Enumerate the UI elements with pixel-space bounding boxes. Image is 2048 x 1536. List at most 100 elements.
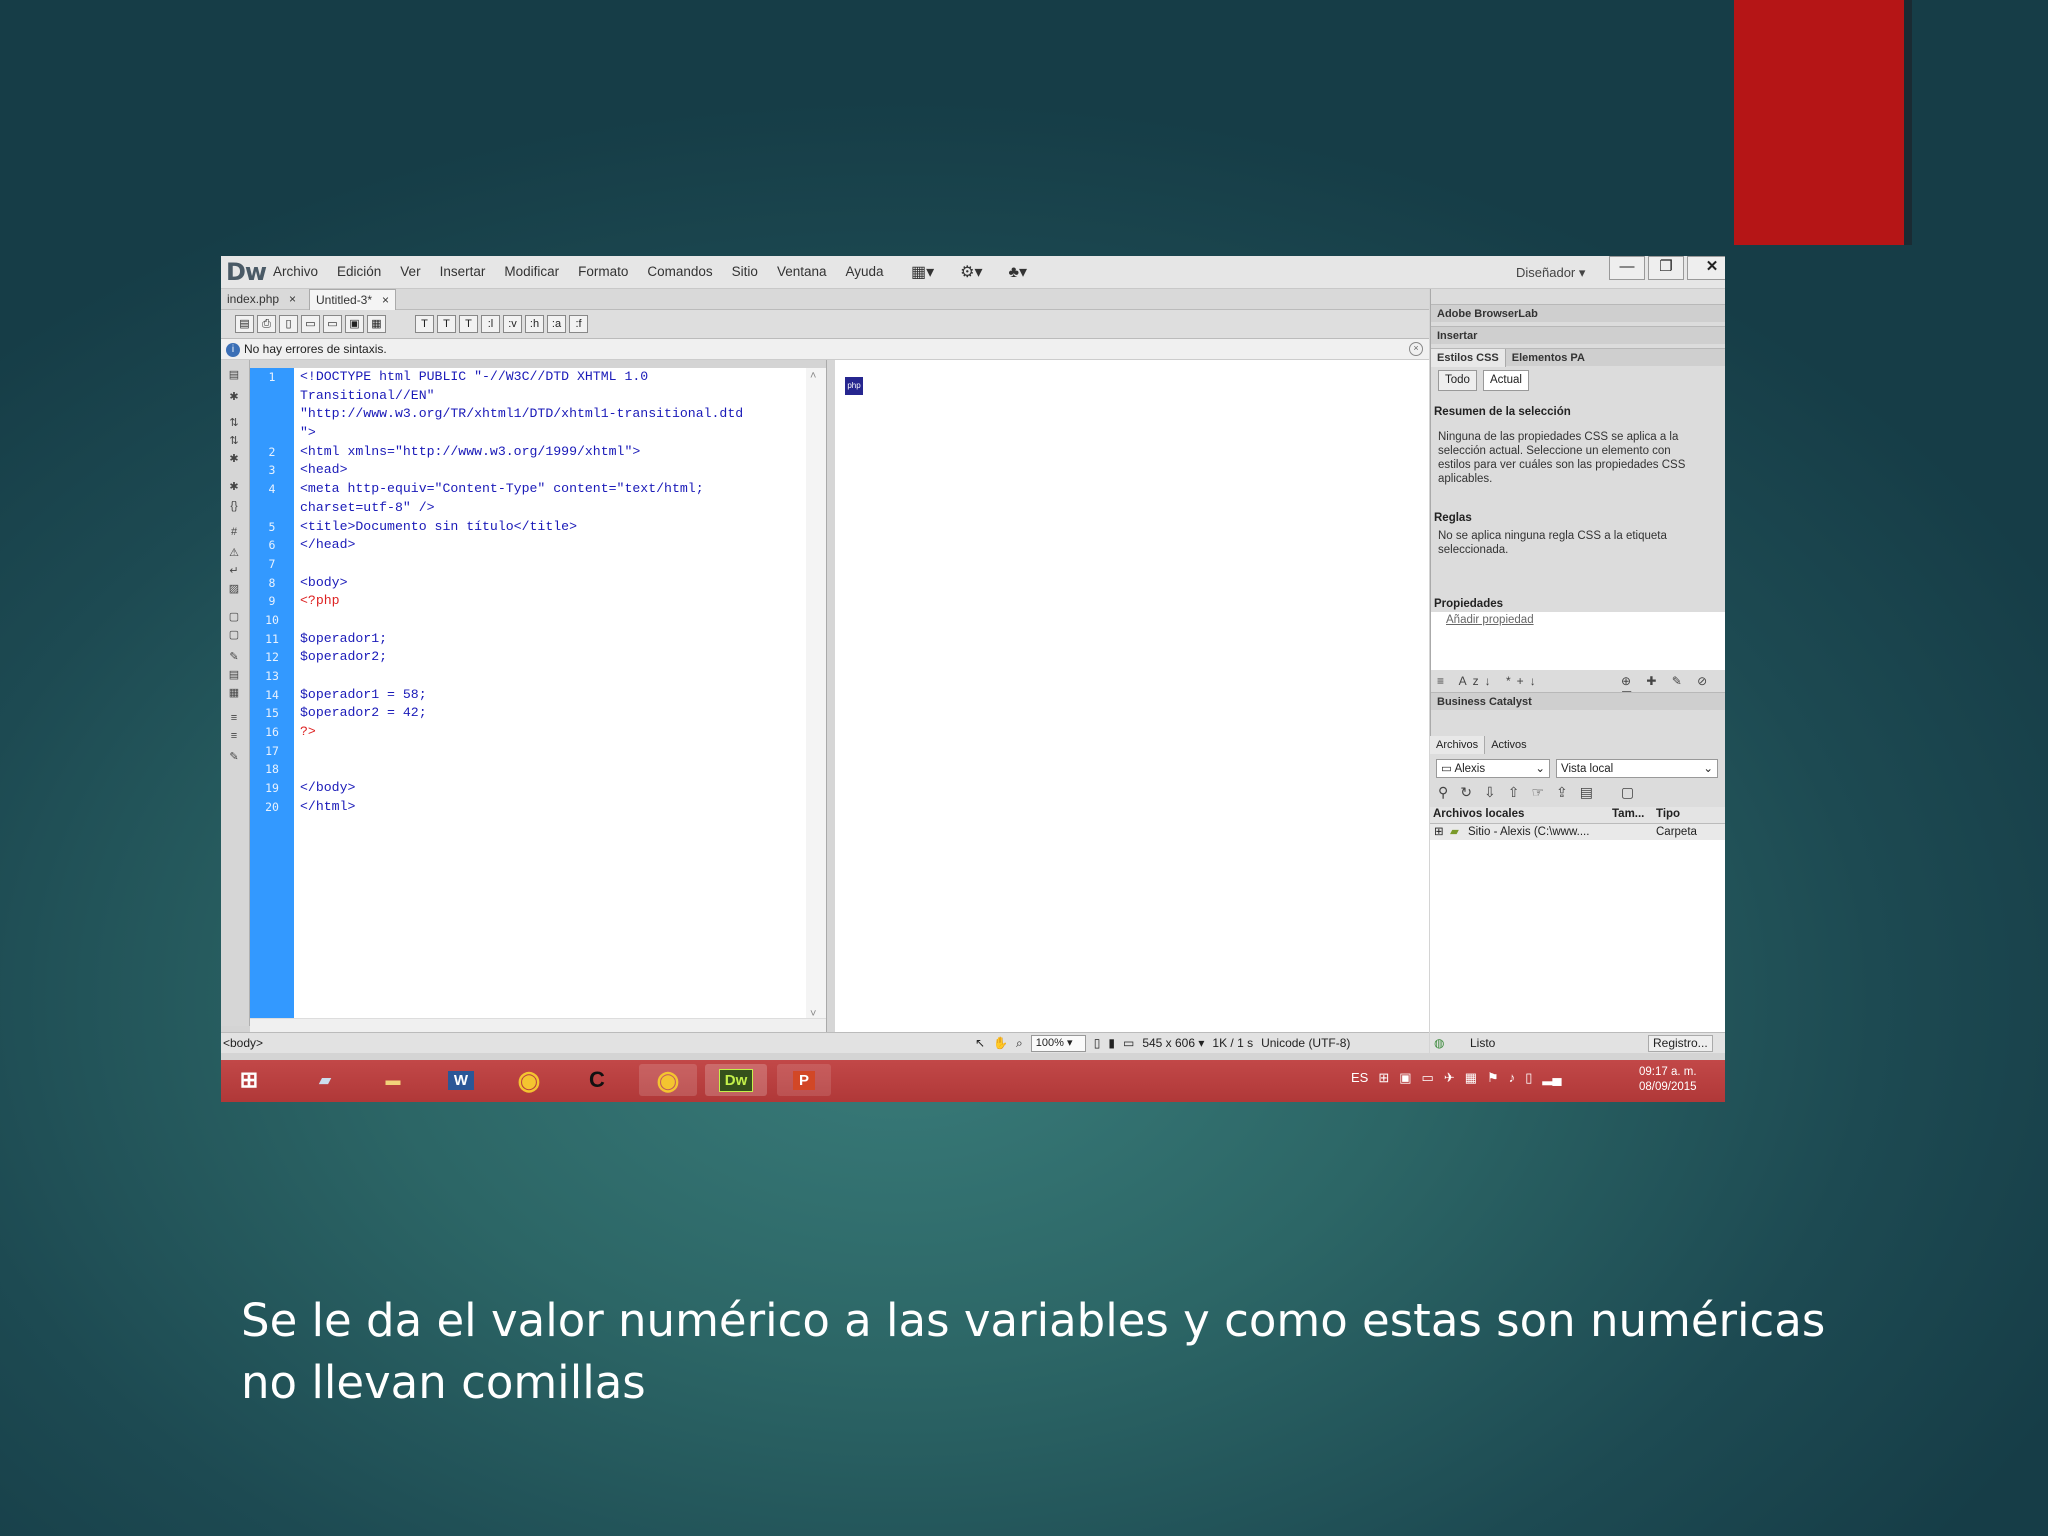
format-source-icon[interactable]: ✎ (227, 750, 241, 764)
network-icon[interactable]: ▦ (1465, 1070, 1477, 1086)
browser-icon[interactable]: ▭ (301, 315, 320, 333)
code-line[interactable] (300, 760, 826, 779)
scroll-up-icon[interactable]: ˄ (810, 370, 816, 382)
dreamweaver-icon[interactable]: Dw (705, 1064, 767, 1096)
syntax-error-icon[interactable]: ▨ (227, 582, 241, 596)
text-icon[interactable]: T (415, 315, 434, 333)
code-line[interactable]: </head> (300, 536, 826, 555)
zoom-select[interactable]: 100% ▾ (1030, 1034, 1086, 1052)
snippet-l-icon[interactable]: :l (481, 315, 500, 333)
minimize-button[interactable]: — (1609, 256, 1645, 280)
php-code-icon[interactable]: php (845, 377, 863, 395)
chrome-active-icon[interactable]: ◉ (639, 1064, 697, 1096)
code-line[interactable]: <html xmlns="http://www.w3.org/1999/xhtm… (300, 443, 826, 462)
snippet-f-icon[interactable]: :f (569, 315, 588, 333)
site-select[interactable]: ▭ Alexis ⌄ (1436, 759, 1550, 778)
chrome-icon[interactable]: ◉ (507, 1064, 551, 1096)
battery-icon[interactable]: ▯ (1525, 1070, 1532, 1086)
remove-comment-icon[interactable]: ▢ (227, 628, 241, 642)
mobile-size-icon[interactable]: ▯ (1094, 1033, 1101, 1053)
close-icon[interactable]: × (289, 292, 296, 306)
calendar-icon[interactable]: ▣ (345, 315, 364, 333)
tag-selector[interactable]: <body> (223, 1033, 263, 1053)
code-line[interactable]: $operador1; (300, 630, 826, 649)
gear-icon[interactable]: ⚙▾ (960, 262, 982, 282)
tray-app-icon[interactable]: ▣ (1399, 1070, 1411, 1086)
tab-index-php[interactable]: index.php × (221, 289, 302, 309)
close-icon[interactable]: × (382, 293, 389, 307)
site-icon[interactable]: ♣▾ (1009, 262, 1028, 282)
code-line[interactable]: <body> (300, 574, 826, 593)
balance-braces-icon[interactable]: {} (227, 500, 241, 514)
add-property-link[interactable]: Añadir propiedad (1446, 614, 1534, 626)
menu-item-ayuda[interactable]: Ayuda (846, 264, 884, 279)
menu-item-modificar[interactable]: Modificar (504, 264, 559, 279)
zoom-tool-icon[interactable]: ⌕ (1016, 1033, 1023, 1053)
code-line[interactable]: <!DOCTYPE html PUBLIC "-//W3C//DTD XHTML… (300, 368, 826, 387)
layout-icon[interactable]: ▦▾ (911, 262, 934, 282)
select-parent-icon[interactable]: ✱ (227, 480, 241, 494)
table-row[interactable]: ⊞ ▰ Sitio - Alexis (C:\www.... Carpeta (1430, 824, 1725, 840)
todo-button[interactable]: Todo (1438, 370, 1477, 391)
monitor-icon[interactable]: ▭ (1422, 1070, 1434, 1086)
menu-item-ventana[interactable]: Ventana (777, 264, 827, 279)
tablet-size-icon[interactable]: ▮ (1108, 1033, 1115, 1053)
code-line[interactable]: </html> (300, 798, 826, 817)
menu-item-archivo[interactable]: Archivo (273, 264, 318, 279)
close-icon[interactable]: × (1409, 342, 1423, 356)
tab-activos[interactable]: Activos (1485, 736, 1532, 754)
panel-browserlab[interactable]: Adobe BrowserLab (1431, 304, 1725, 322)
menu-item-ver[interactable]: Ver (400, 264, 420, 279)
panel-insertar[interactable]: Insertar (1431, 326, 1725, 344)
menu-item-edicion[interactable]: Edición (337, 264, 381, 279)
registro-button[interactable]: Registro... (1648, 1035, 1713, 1052)
word-icon[interactable]: W (439, 1064, 483, 1096)
camtasia-icon[interactable]: C (575, 1064, 619, 1096)
menu-item-formato[interactable]: Formato (578, 264, 628, 279)
show-code-icon[interactable]: ✱ (227, 390, 241, 404)
menu-item-comandos[interactable]: Comandos (647, 264, 712, 279)
tab-ap-elements[interactable]: Elementos PA (1506, 349, 1591, 367)
code-line[interactable] (300, 611, 826, 630)
flag-icon[interactable]: ⚑ (1487, 1070, 1499, 1086)
recent-snippets-icon[interactable]: ▤ (227, 668, 241, 682)
css-panel-toolbar-icons[interactable]: ≡ Az↓ *+↓ (1437, 674, 1542, 688)
view-select[interactable]: Vista local ⌄ (1556, 759, 1718, 778)
code-scrollbar[interactable]: ˄ ˅ (806, 368, 826, 1028)
code-horizontal-scrollbar[interactable] (250, 1018, 826, 1033)
col-tamano[interactable]: Tam... (1612, 808, 1644, 820)
desktop-size-icon[interactable]: ▭ (1123, 1033, 1134, 1053)
panel-business-catalyst[interactable]: Business Catalyst (1431, 692, 1725, 710)
close-button[interactable]: ✕ (1687, 256, 1725, 280)
clock[interactable]: 09:17 a. m. 08/09/2015 (1639, 1065, 1697, 1095)
code-line[interactable]: $operador2; (300, 648, 826, 667)
outdent-icon[interactable]: ≡ (227, 730, 241, 744)
collapse-selection-icon[interactable]: ⇅ (227, 434, 241, 448)
highlight-invalid-icon[interactable]: ⚠ (227, 546, 241, 560)
expand-icon[interactable]: ⊞ (1434, 824, 1444, 840)
col-archivos-locales[interactable]: Archivos locales (1433, 808, 1524, 820)
code-line[interactable] (300, 742, 826, 761)
actual-button[interactable]: Actual (1483, 370, 1529, 391)
code-line[interactable] (300, 555, 826, 574)
notes-icon[interactable]: ▰ (303, 1064, 347, 1096)
apply-comment-icon[interactable]: ▢ (227, 610, 241, 624)
windows-start-icon[interactable]: ⊞ (227, 1064, 271, 1096)
snippet-h-icon[interactable]: :h (525, 315, 544, 333)
hand-tool-icon[interactable]: ✋ (993, 1033, 1008, 1053)
table-icon[interactable]: ▦ (367, 315, 386, 333)
window-icon[interactable]: ▭ (323, 315, 342, 333)
code-line[interactable]: $operador2 = 42; (300, 704, 826, 723)
col-tipo[interactable]: Tipo (1656, 808, 1680, 820)
code-line[interactable]: <?php (300, 592, 826, 611)
windows-icon[interactable]: ⊞ (1378, 1070, 1389, 1086)
word-wrap-icon[interactable]: ↵ (227, 564, 241, 578)
restore-button[interactable]: ❐ (1648, 256, 1684, 280)
print-icon[interactable]: ⎙ (257, 315, 276, 333)
language-indicator[interactable]: ES (1351, 1070, 1368, 1086)
tab-archivos[interactable]: Archivos (1430, 736, 1486, 754)
code-line[interactable]: <meta http-equiv="Content-Type" content=… (300, 480, 826, 499)
collapse-tag-icon[interactable]: ⇅ (227, 416, 241, 430)
menu-item-insertar[interactable]: Insertar (440, 264, 486, 279)
file-explorer-icon[interactable]: ▬ (371, 1064, 415, 1096)
